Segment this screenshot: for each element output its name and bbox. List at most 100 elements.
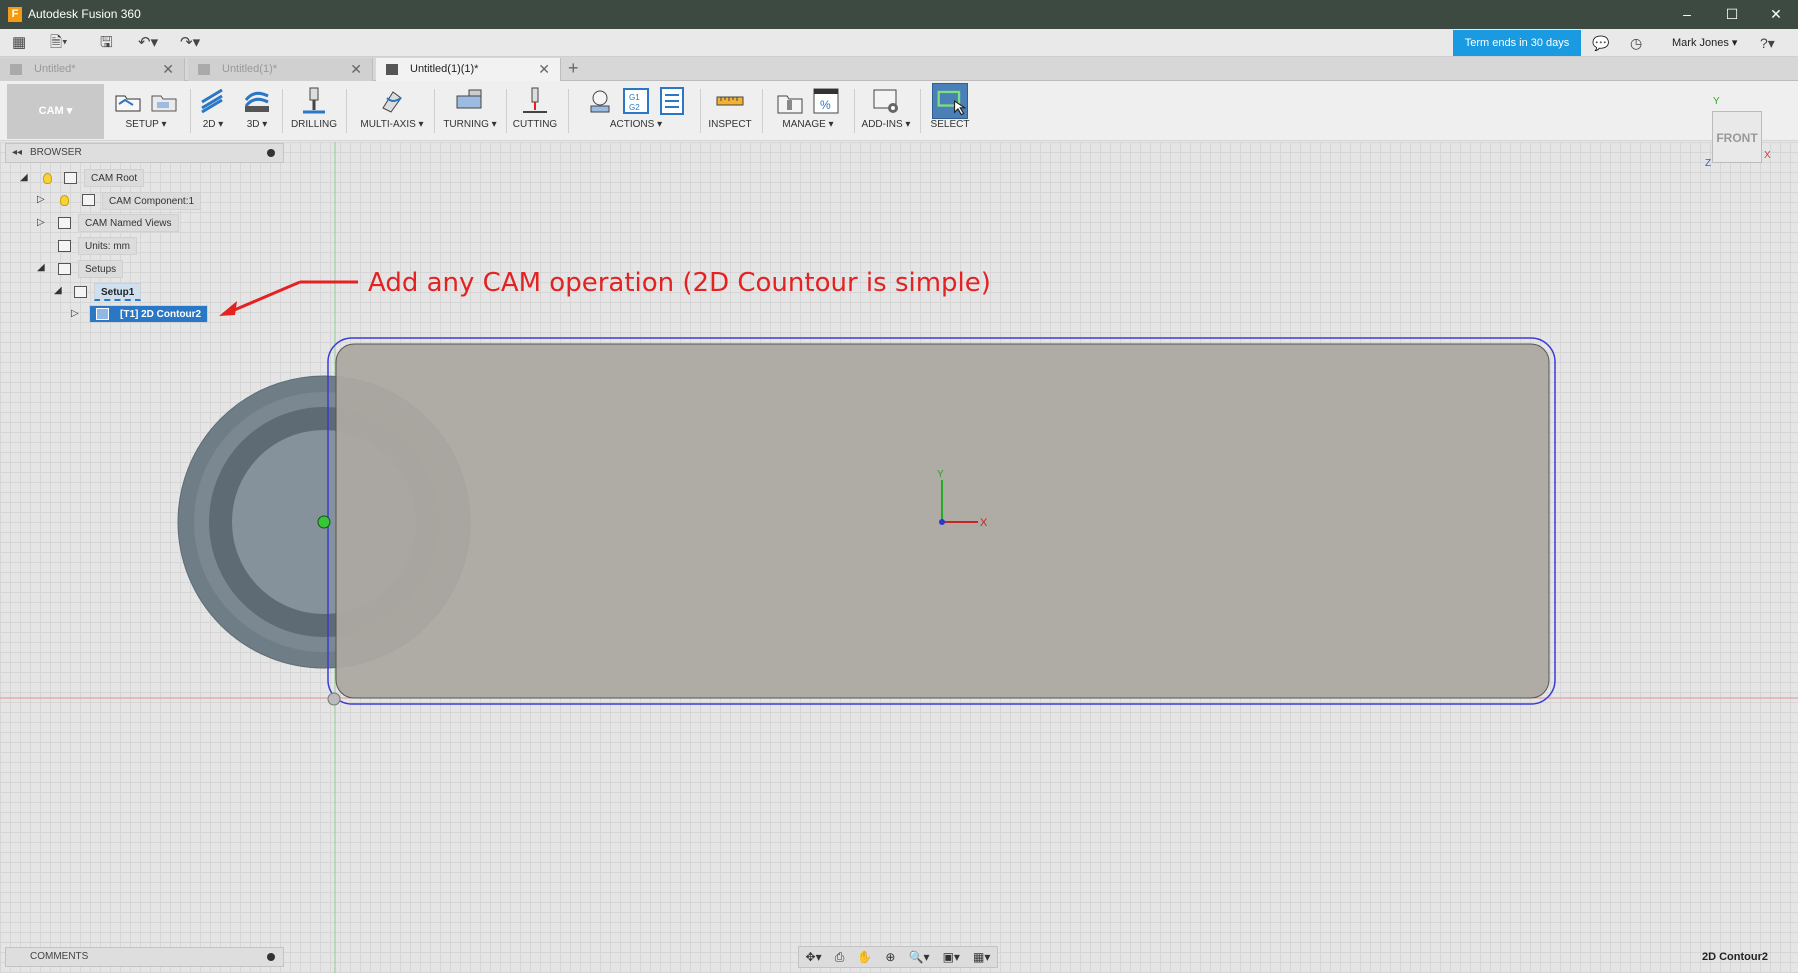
tab-untitled[interactable]: Untitled* ✕: [0, 58, 185, 81]
term-ends-badge[interactable]: Term ends in 30 days: [1453, 30, 1581, 56]
apps-grid-icon[interactable]: ▦: [12, 33, 26, 53]
measure-ruler-icon: [716, 96, 744, 106]
look-at-icon[interactable]: ⎙: [835, 950, 845, 965]
multi-axis-icon: [382, 91, 402, 113]
close-tab-icon[interactable]: ✕: [162, 58, 174, 81]
minimize-button[interactable]: –: [1672, 4, 1702, 24]
divider: [506, 89, 507, 133]
canvas-scene: X Y: [0, 142, 1798, 973]
history-clock-icon[interactable]: ◷: [1630, 33, 1642, 53]
toolbar-label: 2D ▾: [202, 119, 224, 130]
actions-group[interactable]: G1 G2 ACTIONS ▾: [578, 83, 694, 139]
3d-group[interactable]: 3D ▾: [238, 83, 276, 139]
close-window-button[interactable]: ✕: [1761, 4, 1791, 24]
svg-text:G2: G2: [629, 103, 640, 112]
help-icon[interactable]: ?▾: [1760, 33, 1775, 53]
navigation-bar: ✥▾ ⎙ ✋ ⊕ 🔍▾ ▣▾ ▦▾: [798, 946, 998, 968]
pin-icon[interactable]: [267, 953, 275, 961]
triad-y-label: Y: [937, 469, 944, 480]
expanded-arrow-icon[interactable]: ◢: [20, 172, 28, 183]
operation-icon: [96, 308, 109, 320]
folder-icon: [58, 217, 71, 229]
close-tab-icon[interactable]: ✕: [538, 58, 550, 81]
tree-node-setup1[interactable]: Setup1: [94, 283, 142, 301]
tree-node-cam-component[interactable]: CAM Component:1: [102, 192, 202, 210]
comments-panel[interactable]: COMMENTS: [5, 947, 284, 967]
tool-library-icon: [777, 95, 803, 114]
stock-origin: [327, 692, 341, 706]
collapsed-arrow-icon[interactable]: ▷: [71, 308, 79, 319]
visibility-bulb-icon[interactable]: [43, 173, 52, 184]
zoom-icon[interactable]: ⊕: [885, 950, 895, 964]
tree-node-named-views[interactable]: CAM Named Views: [78, 214, 179, 232]
expanded-arrow-icon[interactable]: ◢: [37, 262, 45, 273]
tree-node-cam-root[interactable]: CAM Root: [84, 169, 145, 187]
divider: [854, 89, 855, 133]
setup-group[interactable]: SETUP ▾: [108, 83, 184, 139]
divider: [346, 89, 347, 133]
maximize-button[interactable]: ☐: [1717, 4, 1747, 24]
document-icon: [386, 64, 398, 75]
multi-axis-group[interactable]: MULTI-AXIS ▾: [356, 83, 428, 139]
cam-toolbar: CAM ▾ SETUP ▾ 2D ▾ 3D ▾ DRILLING MULTI-A…: [0, 81, 1798, 141]
comment-icon[interactable]: 💬: [1592, 33, 1609, 53]
user-menu[interactable]: Mark Jones ▾: [1672, 36, 1737, 49]
redo-icon[interactable]: ↷▾: [180, 33, 200, 53]
simulate-icon: [590, 90, 610, 113]
select-group[interactable]: SELECT: [928, 83, 972, 139]
divider: [282, 89, 283, 133]
add-ins-group[interactable]: ADD-INS ▾: [858, 83, 914, 139]
new-tab-button[interactable]: +: [568, 57, 579, 79]
units-document-icon: [58, 240, 71, 252]
display-settings-icon[interactable]: ▣▾: [943, 950, 960, 964]
inspect-group[interactable]: INSPECT: [706, 83, 754, 139]
viewcube-face-label: FRONT: [1716, 131, 1758, 145]
fusion-logo-icon: F: [8, 7, 22, 22]
tree-node-units[interactable]: Units: mm: [78, 237, 137, 255]
drill-icon: [303, 87, 325, 114]
cutting-torch-icon: [523, 87, 547, 113]
manage-group[interactable]: % MANAGE ▾: [768, 83, 848, 139]
viewcube-x-label: X: [1764, 150, 1771, 161]
tab-untitled-1-1[interactable]: Untitled(1)(1)* ✕: [376, 58, 561, 81]
file-menu-icon[interactable]: 🗎▾: [50, 33, 68, 53]
drilling-group[interactable]: DRILLING: [288, 83, 340, 139]
pin-icon[interactable]: [267, 149, 275, 157]
collapsed-arrow-icon[interactable]: ▷: [37, 217, 45, 228]
undo-icon[interactable]: ↶▾: [138, 33, 158, 53]
svg-text:%: %: [820, 98, 831, 112]
collapse-icon[interactable]: ◂◂: [12, 144, 22, 162]
title-bar: F Autodesk Fusion 360 – ☐ ✕: [0, 0, 1798, 29]
tab-untitled-1[interactable]: Untitled(1)* ✕: [188, 58, 373, 81]
save-icon[interactable]: 🖫: [100, 33, 113, 53]
divider: [190, 89, 191, 133]
cam-root-icon: [64, 172, 77, 184]
toolbar-label: CUTTING: [512, 119, 558, 130]
viewcube-z-label: Z: [1705, 158, 1712, 169]
grid-settings-icon[interactable]: ▦▾: [973, 950, 990, 964]
document-icon: [10, 64, 22, 75]
viewcube-y-label: Y: [1713, 96, 1720, 107]
close-tab-icon[interactable]: ✕: [350, 58, 362, 81]
orbit-icon[interactable]: ✥▾: [806, 950, 822, 964]
pan-hand-icon[interactable]: ✋: [857, 950, 872, 964]
browser-panel-header[interactable]: ◂◂ BROWSER: [5, 143, 284, 163]
turning-group[interactable]: TURNING ▾: [440, 83, 500, 139]
visibility-bulb-icon[interactable]: [60, 195, 69, 206]
expanded-arrow-icon[interactable]: ◢: [54, 285, 62, 296]
turning-icon: [456, 89, 482, 109]
2d-group[interactable]: 2D ▾: [194, 83, 232, 139]
toolbar-label: DRILLING: [290, 119, 338, 130]
toolbar-label: ACTIONS ▾: [609, 119, 663, 130]
tree-node-setups[interactable]: Setups: [78, 260, 124, 278]
fit-zoom-icon[interactable]: 🔍▾: [909, 950, 930, 964]
graphics-viewport[interactable]: X Y: [0, 142, 1798, 973]
2d-milling-icon: [201, 88, 223, 114]
svg-text:G1: G1: [629, 93, 640, 102]
workspace-switcher[interactable]: CAM ▾: [7, 84, 104, 139]
collapsed-arrow-icon[interactable]: ▷: [37, 194, 45, 205]
toolbar-label: TURNING ▾: [443, 119, 497, 130]
viewcube[interactable]: FRONT: [1712, 111, 1762, 163]
divider: [434, 89, 435, 133]
cutting-group[interactable]: CUTTING: [510, 83, 560, 139]
